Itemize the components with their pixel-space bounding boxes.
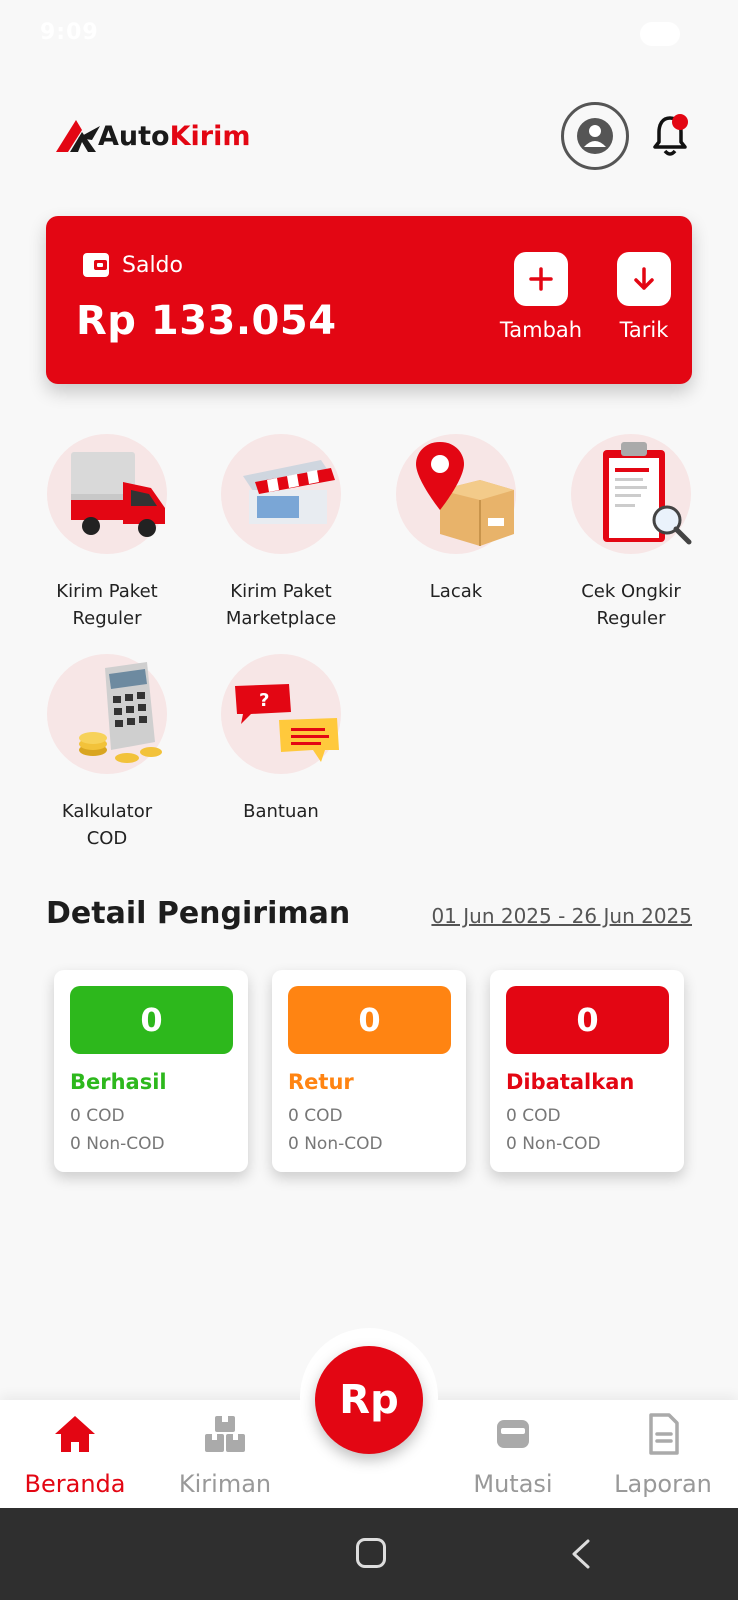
notification-badge — [672, 114, 688, 130]
saldo-label: Saldo — [122, 252, 183, 278]
menu-icon-circle[interactable] — [221, 434, 341, 554]
menu-bantuan[interactable]: ? Bantuan — [196, 654, 366, 825]
status-bar: 9:09 — [0, 0, 738, 70]
stat-count: 0 — [288, 986, 451, 1054]
svg-text:?: ? — [259, 690, 269, 711]
menu-label[interactable]: Kirim Paket Reguler — [22, 578, 192, 632]
date-range-link[interactable]: 01 Jun 2025 - 26 Jun 2025 — [431, 904, 692, 928]
tambah-label[interactable]: Tambah — [500, 318, 582, 342]
menu-kalkulator-cod[interactable]: Kalkulator COD — [22, 654, 192, 852]
stat-name: Dibatalkan — [506, 1070, 635, 1094]
logo-text-auto: Auto — [98, 120, 170, 152]
stat-non-cod: 0 Non-COD — [288, 1134, 383, 1154]
system-back-icon[interactable] — [566, 1538, 598, 1570]
wallet-card-icon — [497, 1420, 529, 1448]
stat-count: 0 — [506, 986, 669, 1054]
tarik-label[interactable]: Tarik — [620, 318, 669, 342]
arrow-down-icon-box[interactable] — [617, 252, 671, 306]
saldo-amount: Rp 133.054 — [76, 298, 337, 344]
stat-cod: 0 COD — [506, 1106, 561, 1126]
tambah-saldo-button[interactable]: Tambah — [476, 252, 606, 342]
stat-card-berhasil[interactable]: 0 Berhasil 0 COD 0 Non-COD — [54, 970, 248, 1172]
boxes-icon — [205, 1416, 245, 1452]
menu-kirim-paket-reguler[interactable]: Kirim Paket Reguler — [22, 434, 192, 632]
status-time: 9:09 — [40, 20, 99, 45]
calculator-coins-icon — [79, 662, 162, 763]
wallet-icon — [83, 253, 109, 277]
nav-kiriman[interactable]: Kiriman — [150, 1412, 300, 1498]
nav-laporan[interactable]: Laporan — [588, 1412, 738, 1498]
stat-non-cod: 0 Non-COD — [506, 1134, 601, 1154]
menu-cek-ongkir-reguler[interactable]: Cek Ongkir Reguler — [546, 434, 716, 632]
logo-text-kirim: Kirim — [169, 120, 251, 152]
nav-mutasi[interactable]: Mutasi — [438, 1412, 588, 1498]
menu-icon-circle[interactable] — [396, 434, 516, 554]
battery-icon — [640, 22, 680, 46]
menu-icon-circle[interactable]: ? — [221, 654, 341, 774]
stat-card-dibatalkan[interactable]: 0 Dibatalkan 0 COD 0 Non-COD — [490, 970, 684, 1172]
system-home-icon[interactable] — [356, 1538, 386, 1568]
menu-icon-circle[interactable] — [47, 434, 167, 554]
arrow-down-icon — [634, 267, 654, 290]
menu-lacak[interactable]: Lacak — [371, 434, 541, 605]
location-package-icon — [416, 442, 514, 546]
nav-beranda[interactable]: Beranda — [0, 1412, 150, 1498]
autokirim-logo-icon — [56, 120, 100, 152]
truck-icon — [71, 452, 165, 537]
menu-label[interactable]: Kalkulator COD — [22, 798, 192, 852]
saldo-label-row: Saldo — [82, 252, 183, 278]
nav-label[interactable]: Beranda — [0, 1470, 150, 1498]
nav-label[interactable]: Mutasi — [438, 1470, 588, 1498]
menu-kirim-paket-marketplace[interactable]: Kirim Paket Marketplace — [196, 434, 366, 632]
menu-icon-circle[interactable] — [47, 654, 167, 774]
system-navigation-bar — [0, 1508, 738, 1600]
document-icon — [649, 1413, 679, 1455]
plus-icon-box[interactable] — [514, 252, 568, 306]
home-icon — [55, 1416, 95, 1452]
clipboard-search-icon — [603, 442, 692, 545]
stat-name: Berhasil — [70, 1070, 167, 1094]
user-icon — [577, 118, 613, 154]
detail-pengiriman-title: Detail Pengiriman — [46, 896, 351, 931]
chat-help-icon: ? — [235, 684, 339, 762]
plus-icon — [529, 267, 553, 291]
nav-label[interactable]: Laporan — [588, 1470, 738, 1498]
stat-cod: 0 COD — [70, 1106, 125, 1126]
store-icon — [243, 460, 335, 524]
stat-non-cod: 0 Non-COD — [70, 1134, 165, 1154]
tarik-saldo-button[interactable]: Tarik — [594, 252, 694, 342]
menu-icon-circle[interactable] — [571, 434, 692, 554]
stat-card-retur[interactable]: 0 Retur 0 COD 0 Non-COD — [272, 970, 466, 1172]
menu-label[interactable]: Kirim Paket Marketplace — [196, 578, 366, 632]
stat-cod: 0 COD — [288, 1106, 343, 1126]
saldo-card: Saldo Rp 133.054 Tambah Tarik — [46, 216, 692, 384]
stat-count: 0 — [70, 986, 233, 1054]
menu-label[interactable]: Bantuan — [196, 798, 366, 825]
nav-label[interactable]: Kiriman — [150, 1470, 300, 1498]
profile-avatar-button[interactable] — [561, 102, 629, 170]
menu-label[interactable]: Cek Ongkir Reguler — [546, 578, 716, 632]
menu-label[interactable]: Lacak — [371, 578, 541, 605]
app-header: Auto Kirim — [0, 100, 738, 180]
rp-fab-button[interactable]: Rp — [315, 1346, 423, 1454]
app-logo: Auto Kirim — [52, 116, 250, 156]
stat-name: Retur — [288, 1070, 354, 1094]
